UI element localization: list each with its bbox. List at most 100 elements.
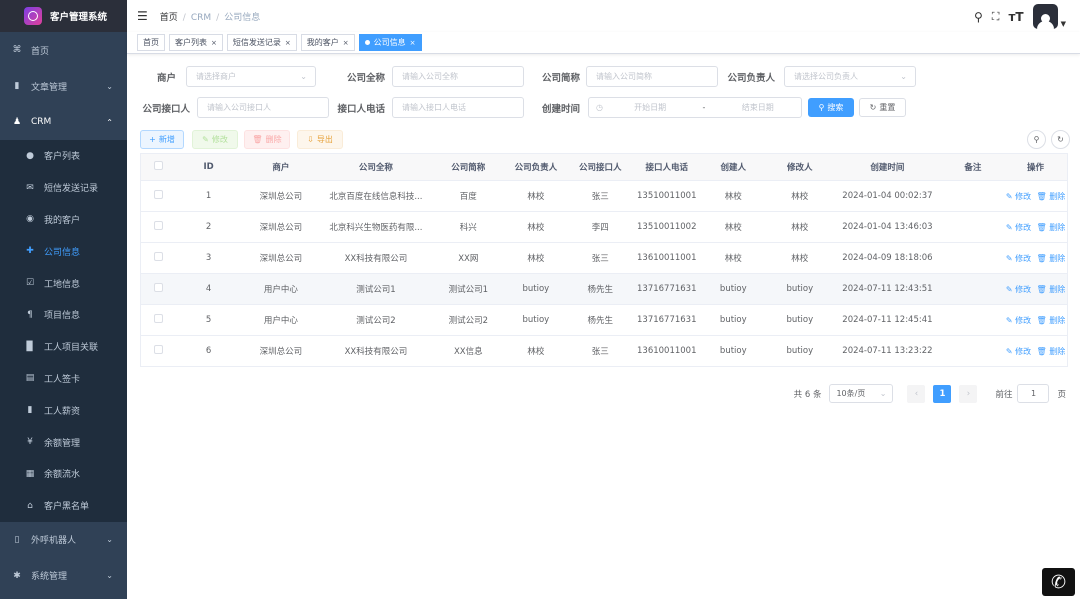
sidebar-item-company-info[interactable]: ✚ 公司信息 [0, 235, 127, 267]
sidebar-item-system[interactable]: ✱ 系统管理 ⌄ [0, 558, 127, 594]
sidebar-item-crm[interactable]: ♟ CRM ⌃ [0, 104, 127, 140]
search-icon[interactable]: ⚲ [974, 10, 983, 24]
add-button[interactable]: + 新增 [140, 130, 184, 149]
sidebar-item-balance-flow[interactable]: ▦ 余额流水 [0, 458, 127, 490]
table-cell: butioy [766, 335, 834, 367]
app-logo[interactable]: 客户管理系统 [0, 0, 127, 32]
merchant-select[interactable]: 请选择商户 ⌄ [186, 66, 316, 87]
row-delete-button[interactable]: 🗑 删除 [1037, 254, 1066, 263]
table-row[interactable]: 6 深圳总公司 XX科技有限公司 XX信息 林校 张三 13610011001 butioy b… [140, 335, 1068, 367]
date-range-picker[interactable]: ◷ 开始日期 - 结束日期 [588, 97, 802, 118]
phone-input[interactable]: 请输入接口人电话 [392, 97, 524, 118]
sidebar-item-worker-checkin[interactable]: ▤ 工人签卡 [0, 363, 127, 395]
reset-button[interactable]: ↻ 重置 [859, 98, 906, 117]
sidebar-item-sms-records[interactable]: ✉ 短信发送记录 [0, 172, 127, 204]
sidebar-item-robot[interactable]: ▯ 外呼机器人 ⌄ [0, 522, 127, 558]
table-cell: 13716771631 [633, 273, 701, 305]
table-cell: 测试公司1 [431, 273, 505, 305]
caret-down-icon[interactable]: ▼ [1061, 20, 1066, 28]
sidebar-item-project-info[interactable]: ¶ 项目信息 [0, 299, 127, 331]
sidebar-item-blacklist[interactable]: ⌂ 客户黑名单 [0, 490, 127, 522]
row-delete-button[interactable]: 🗑 删除 [1037, 316, 1066, 325]
card-icon: ▤ [25, 373, 35, 384]
trash-icon: 🗑 [1036, 222, 1050, 232]
export-button[interactable]: ⇩ 导出 [297, 130, 343, 149]
table-cell: 2024-01-04 13:46:03 [833, 211, 942, 243]
plus-icon: ✚ [26, 246, 34, 257]
row-checkbox[interactable] [140, 304, 176, 336]
search-button[interactable]: ⚲ 搜索 [808, 98, 854, 117]
page-number[interactable]: 1 [933, 384, 952, 403]
table-cell: butioy [504, 273, 567, 305]
tag-sms-records[interactable]: 短信发送记录 × [226, 34, 297, 51]
sidebar-item-site-info[interactable]: ☑ 工地信息 [0, 267, 127, 299]
close-icon[interactable]: × [211, 39, 217, 47]
table-cell: 4 [175, 273, 242, 305]
table-row[interactable]: 2 深圳总公司 北京科兴生物医药有限... 科兴 林校 李四 13510011002 林校 林校… [140, 211, 1068, 243]
row-delete-button[interactable]: 🗑 删除 [1037, 285, 1066, 294]
sidebar-item-worker-salary[interactable]: ▮ 工人薪资 [0, 394, 127, 426]
table-cell: 用户中心 [241, 304, 320, 336]
table-row[interactable]: 4 用户中心 测试公司1 测试公司1 butioy 杨先生 13716771631 butio… [140, 273, 1068, 305]
refresh-button[interactable]: ↻ [1051, 130, 1070, 149]
sidebar-item-customer-list[interactable]: ● 客户列表 [0, 140, 127, 172]
row-checkbox[interactable] [140, 180, 176, 212]
chevron-up-icon: ⌃ [106, 117, 113, 127]
delete-button[interactable]: 🗑 删除 [244, 130, 290, 149]
close-icon[interactable]: × [285, 39, 291, 47]
app-title: 客户管理系统 [50, 12, 108, 23]
row-actions: ✎ 修改 🗑 删除 [1004, 242, 1068, 274]
goto-input[interactable]: 1 [1017, 384, 1050, 403]
close-icon[interactable]: × [343, 39, 349, 47]
row-edit-button[interactable]: ✎ 修改 [1006, 347, 1031, 356]
table-cell: 2024-04-09 18:18:06 [833, 242, 942, 274]
row-edit-button[interactable]: ✎ 修改 [1006, 316, 1031, 325]
hamburger-icon[interactable]: ☰ [137, 9, 148, 23]
select-all-checkbox[interactable] [140, 153, 176, 181]
toggle-search-button[interactable]: ⚲ [1027, 130, 1046, 149]
manager-select[interactable]: 请选择公司负责人 ⌄ [784, 66, 916, 87]
font-size-icon[interactable]: тT [1008, 10, 1023, 24]
tag-home[interactable]: 首页 [137, 34, 165, 51]
col-header: 创建时间 [833, 153, 942, 181]
page-size-select[interactable]: 10条/页 ⌄ [829, 384, 894, 403]
sidebar-item-worker-project[interactable]: ▉ 工人项目关联 [0, 331, 127, 363]
row-delete-button[interactable]: 🗑 删除 [1037, 192, 1066, 201]
contact-input[interactable]: 请输入公司接口人 [197, 97, 329, 118]
edit-button[interactable]: ✎ 修改 [192, 130, 238, 149]
row-checkbox[interactable] [140, 211, 176, 243]
table-cell [941, 211, 1005, 243]
row-delete-button[interactable]: 🗑 删除 [1037, 223, 1066, 232]
tag-customer-list[interactable]: 客户列表 × [169, 34, 223, 51]
row-checkbox[interactable] [140, 273, 176, 305]
tag-my-customers[interactable]: 我的客户 × [300, 34, 355, 51]
phone-float-button[interactable]: ✆ [1042, 568, 1075, 596]
table-row[interactable]: 5 用户中心 测试公司2 测试公司2 butioy 杨先生 13716771631 butio… [140, 304, 1068, 336]
avatar[interactable] [1032, 4, 1058, 29]
sidebar-item-article[interactable]: ▮ 文章管理 ⌄ [0, 68, 127, 104]
col-header: 修改人 [766, 153, 834, 181]
close-icon[interactable]: × [410, 39, 416, 47]
breadcrumb-home[interactable]: 首页 [160, 13, 178, 23]
navbar: ☰ 首页 / CRM / 公司信息 ⚲ ⛶ тT ▼ [127, 0, 1080, 32]
sidebar-item-home[interactable]: ⌘ 首页 [0, 32, 127, 68]
col-header: 公司全称 [319, 153, 432, 181]
yen-icon: ¥ [27, 437, 33, 448]
next-page-button[interactable]: › [959, 384, 978, 403]
fullscreen-icon[interactable]: ⛶ [992, 10, 1000, 24]
row-checkbox[interactable] [140, 335, 176, 367]
row-delete-button[interactable]: 🗑 删除 [1037, 347, 1066, 356]
row-edit-button[interactable]: ✎ 修改 [1006, 192, 1031, 201]
fullname-input[interactable]: 请输入公司全称 [392, 66, 524, 87]
row-edit-button[interactable]: ✎ 修改 [1006, 223, 1031, 232]
table-row[interactable]: 3 深圳总公司 XX科技有限公司 XX网 林校 张三 13610011001 林校 林校 2024… [140, 242, 1068, 274]
tag-company-info[interactable]: 公司信息 × [358, 34, 422, 51]
row-edit-button[interactable]: ✎ 修改 [1006, 254, 1031, 263]
shortname-input[interactable]: 请输入公司简称 [586, 66, 718, 87]
table-row[interactable]: 1 深圳总公司 北京百度在线信息科技... 百度 林校 张三 13510011001 林校 林校… [140, 180, 1068, 212]
prev-page-button[interactable]: ‹ [907, 384, 926, 403]
row-checkbox[interactable] [140, 242, 176, 274]
sidebar-item-my-customers[interactable]: ◉ 我的客户 [0, 204, 127, 236]
row-edit-button[interactable]: ✎ 修改 [1006, 285, 1031, 294]
sidebar-item-balance[interactable]: ¥ 余额管理 [0, 426, 127, 458]
